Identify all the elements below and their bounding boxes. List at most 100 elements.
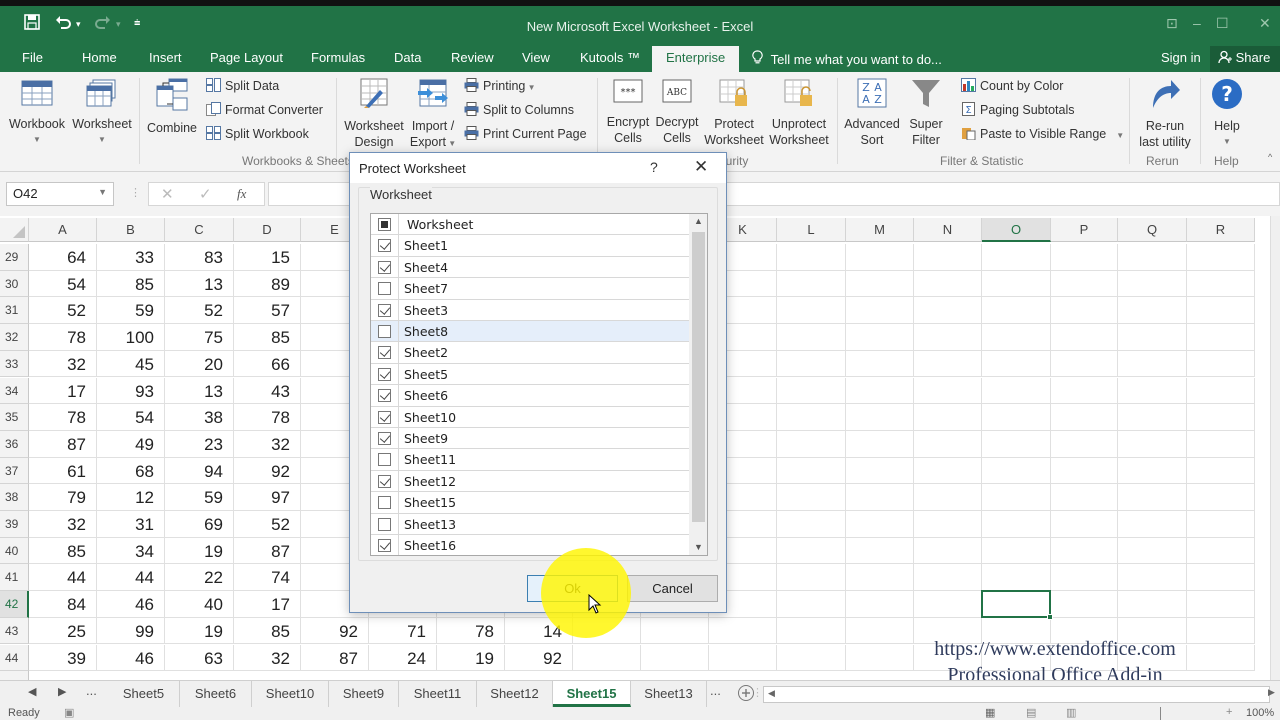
row-header-33[interactable]: 33 xyxy=(0,350,29,378)
ok-button[interactable]: Ok xyxy=(527,575,618,602)
row-header-34[interactable]: 34 xyxy=(0,377,29,405)
sheet-checkbox[interactable] xyxy=(378,539,391,552)
cell-o36[interactable] xyxy=(982,430,1051,458)
sheet-checkbox[interactable] xyxy=(378,453,391,467)
cell-d33[interactable]: 66 xyxy=(234,350,301,378)
column-header-n[interactable]: N xyxy=(914,218,982,242)
cell-o35[interactable] xyxy=(982,404,1051,431)
paging-subtotals-button[interactable]: Σ Paging Subtotals xyxy=(961,100,1075,120)
tab-home[interactable]: Home xyxy=(82,50,117,65)
cell-n33[interactable] xyxy=(914,350,982,378)
cell-q40[interactable] xyxy=(1118,537,1187,565)
cell-d44[interactable]: 32 xyxy=(234,644,301,672)
cell-l42[interactable] xyxy=(777,591,846,618)
column-header-d[interactable]: D xyxy=(234,218,301,242)
cell-l40[interactable] xyxy=(777,537,846,565)
cell-p32[interactable] xyxy=(1051,324,1118,351)
worksheet-button[interactable]: Worksheet ▼ xyxy=(70,78,134,148)
worksheet-list-item[interactable]: Sheet12 xyxy=(371,470,689,493)
worksheet-list-item[interactable]: Sheet3 xyxy=(371,299,689,321)
cell-o30[interactable] xyxy=(982,270,1051,298)
cell-b37[interactable]: 68 xyxy=(97,457,165,485)
cell-m39[interactable] xyxy=(846,511,914,538)
cell-m42[interactable] xyxy=(846,591,914,618)
cell-a38[interactable]: 79 xyxy=(29,484,97,511)
worksheet-list-item[interactable]: Sheet5 xyxy=(371,363,689,386)
cell-k44[interactable] xyxy=(709,644,777,672)
cell-p34[interactable] xyxy=(1051,377,1118,405)
sheet-checkbox[interactable] xyxy=(378,517,391,531)
cell-d41[interactable]: 74 xyxy=(234,564,301,592)
cell-m33[interactable] xyxy=(846,350,914,378)
cell-a33[interactable]: 32 xyxy=(29,350,97,378)
cell-m32[interactable] xyxy=(846,324,914,351)
cell-d42[interactable]: 17 xyxy=(234,591,301,618)
cell-m40[interactable] xyxy=(846,537,914,565)
cell-e44[interactable]: 87 xyxy=(301,644,369,672)
worksheet-list-item[interactable]: Sheet15 xyxy=(371,492,689,514)
close-icon[interactable]: ✕ xyxy=(694,157,708,177)
unprotect-worksheet-button[interactable]: Unprotect Worksheet xyxy=(766,78,832,148)
sheet-tab-sheet15[interactable]: Sheet15 xyxy=(553,681,631,707)
cell-n37[interactable] xyxy=(914,457,982,485)
zoom-in-icon[interactable]: + xyxy=(1226,706,1232,718)
column-header-o[interactable]: O xyxy=(982,218,1051,242)
cell-d32[interactable]: 85 xyxy=(234,324,301,351)
decrypt-cells-button[interactable]: ABC Decrypt Cells xyxy=(652,78,702,146)
tab-formulas[interactable]: Formulas xyxy=(311,50,365,65)
row-header-29[interactable]: 29 xyxy=(0,244,29,271)
cell-l44[interactable] xyxy=(777,644,846,672)
cell-b29[interactable]: 33 xyxy=(97,244,165,271)
cell-a34[interactable]: 17 xyxy=(29,377,97,405)
row-header-41[interactable]: 41 xyxy=(0,564,29,592)
help-icon[interactable]: ? xyxy=(650,159,658,175)
sheet-checkbox[interactable] xyxy=(378,410,391,424)
cell-p41[interactable] xyxy=(1051,564,1118,592)
import-export-button[interactable]: Import / Export ▼ xyxy=(406,78,460,152)
cell-l33[interactable] xyxy=(777,350,846,378)
sheet-tab-sheet12[interactable]: Sheet12 xyxy=(477,681,553,707)
cell-l29[interactable] xyxy=(777,244,846,271)
print-current-page-button[interactable]: Print Current Page xyxy=(464,124,587,144)
sheet-tab-sheet5[interactable]: Sheet5 xyxy=(108,681,180,707)
cell-b41[interactable]: 44 xyxy=(97,564,165,592)
cell-a30[interactable]: 54 xyxy=(29,270,97,298)
cell-r36[interactable] xyxy=(1187,430,1255,458)
cell-d34[interactable]: 43 xyxy=(234,377,301,405)
cell-r30[interactable] xyxy=(1187,270,1255,298)
row-header-39[interactable]: 39 xyxy=(0,511,29,538)
zoom-level[interactable]: 100% xyxy=(1246,707,1274,719)
tell-me-search[interactable]: Tell me what you want to do... xyxy=(752,50,942,67)
worksheet-list[interactable]: Worksheet Sheet1 Sheet4 Sheet7 Sheet3 Sheet8 S… xyxy=(370,213,708,556)
cell-n29[interactable] xyxy=(914,244,982,271)
column-header-m[interactable]: M xyxy=(846,218,914,242)
sheet-checkbox[interactable] xyxy=(378,282,391,296)
cell-b36[interactable]: 49 xyxy=(97,430,165,458)
horizontal-scrollbar[interactable]: ◀ xyxy=(763,686,1270,703)
cell-p36[interactable] xyxy=(1051,430,1118,458)
cell-b39[interactable]: 31 xyxy=(97,511,165,538)
list-scrollbar[interactable]: ▲ ▼ xyxy=(689,214,707,555)
minimize-icon[interactable]: – xyxy=(1193,15,1201,31)
worksheet-list-item[interactable]: Sheet6 xyxy=(371,385,689,407)
advanced-sort-button[interactable]: ZAAZ Advanced Sort xyxy=(842,78,902,148)
cell-l31[interactable] xyxy=(777,297,846,325)
super-filter-button[interactable]: Super Filter xyxy=(904,78,948,148)
cell-l39[interactable] xyxy=(777,511,846,538)
protect-worksheet-button[interactable]: Protect Worksheet xyxy=(703,78,765,148)
cell-l38[interactable] xyxy=(777,484,846,511)
sheet-checkbox[interactable] xyxy=(378,367,391,381)
row-header-32[interactable]: 32 xyxy=(0,324,29,351)
cell-c31[interactable]: 52 xyxy=(165,297,234,325)
cell-p42[interactable] xyxy=(1051,591,1118,618)
cell-b44[interactable]: 46 xyxy=(97,644,165,672)
cell-q36[interactable] xyxy=(1118,430,1187,458)
cell-c42[interactable]: 40 xyxy=(165,591,234,618)
scroll-right-icon[interactable]: ▶ xyxy=(1268,687,1275,698)
row-header-30[interactable]: 30 xyxy=(0,270,29,298)
cell-n38[interactable] xyxy=(914,484,982,511)
tab-enterprise[interactable]: Enterprise xyxy=(652,46,740,72)
list-scrollbar-thumb[interactable] xyxy=(692,232,705,522)
row-header-partial[interactable] xyxy=(0,671,29,680)
cell-l32[interactable] xyxy=(777,324,846,351)
